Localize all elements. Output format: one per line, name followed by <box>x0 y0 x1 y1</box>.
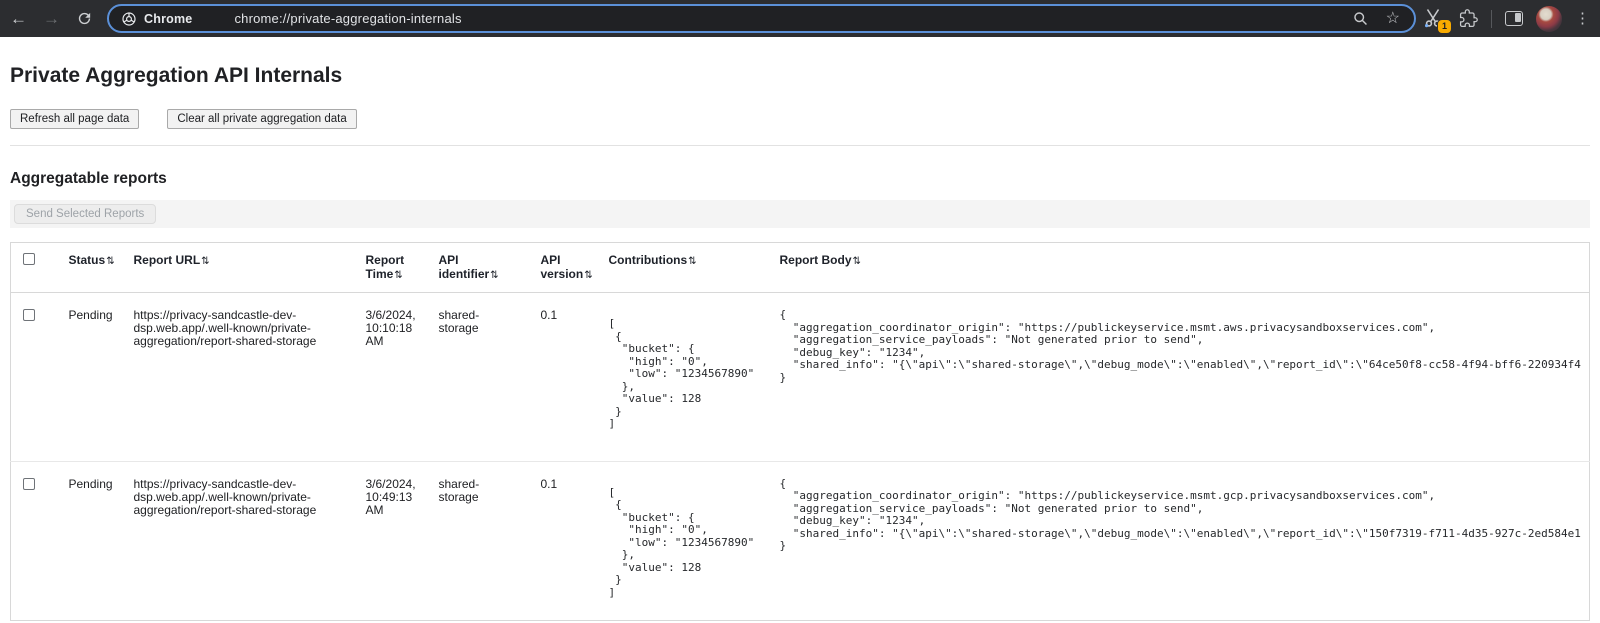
table-row: Pending https://privacy-sandcastle-dev-d… <box>11 293 1590 462</box>
row-checkbox[interactable] <box>23 309 35 321</box>
back-icon[interactable]: ← <box>10 10 27 27</box>
header-api-identifier[interactable]: API identifier⇅ <box>439 243 541 293</box>
profile-avatar[interactable] <box>1536 6 1562 32</box>
report-body-cell: { "aggregation_coordinator_origin": "htt… <box>780 309 1582 384</box>
clear-all-button[interactable]: Clear all private aggregation data <box>167 109 356 129</box>
page-content: Private Aggregation API Internals Refres… <box>0 64 1600 621</box>
forward-icon[interactable]: → <box>43 10 60 27</box>
browser-toolbar: ← → Chrome chrome://private-aggregation-… <box>0 0 1600 37</box>
table-header-row: Status⇅ Report URL⇅ Report Time⇅ API ide… <box>11 243 1590 293</box>
report-url-cell: https://privacy-sandcastle-dev-dsp.web.a… <box>134 309 358 348</box>
sort-icon: ⇅ <box>394 270 402 281</box>
send-selected-reports-button[interactable]: Send Selected Reports <box>14 204 156 224</box>
chrome-logo-icon <box>121 11 137 27</box>
row-checkbox[interactable] <box>23 478 35 490</box>
status-cell: Pending <box>69 293 134 462</box>
section-divider <box>10 145 1590 146</box>
page-title: Private Aggregation API Internals <box>10 64 1590 88</box>
aggregatable-reports-table: Status⇅ Report URL⇅ Report Time⇅ API ide… <box>10 242 1590 621</box>
reload-icon[interactable] <box>76 10 93 27</box>
screenshot-tool-button[interactable]: 1 <box>1424 7 1446 31</box>
header-status[interactable]: Status⇅ <box>69 243 134 293</box>
omnibox[interactable]: Chrome chrome://private-aggregation-inte… <box>107 4 1416 33</box>
report-time-cell: 3/6/2024, 10:10:18 AM <box>366 309 428 348</box>
sort-icon: ⇅ <box>853 256 861 267</box>
contributions-cell: [ { "bucket": { "high": "0", "low": "123… <box>609 318 772 431</box>
report-body-cell: { "aggregation_coordinator_origin": "htt… <box>780 478 1582 553</box>
chrome-chip: Chrome <box>121 11 192 27</box>
table-toolbar: Send Selected Reports <box>10 200 1590 228</box>
sort-icon: ⇅ <box>201 256 209 267</box>
refresh-all-button[interactable]: Refresh all page data <box>10 109 139 129</box>
chrome-chip-label: Chrome <box>144 12 192 26</box>
tool-badge: 1 <box>1438 20 1451 33</box>
url-text[interactable]: chrome://private-aggregation-internals <box>234 11 461 26</box>
header-report-body[interactable]: Report Body⇅ <box>780 243 1590 293</box>
page-buttons: Refresh all page data Clear all private … <box>10 109 1590 129</box>
bookmark-star-icon[interactable]: ☆ <box>1386 11 1400 27</box>
extensions-icon[interactable] <box>1459 9 1478 28</box>
api-version-cell: 0.1 <box>541 293 609 462</box>
toolbar-actions: 1 ⋮ <box>1424 6 1590 32</box>
sort-icon: ⇅ <box>106 256 114 267</box>
api-identifier-cell: shared-storage <box>439 478 501 504</box>
side-panel-icon[interactable] <box>1505 11 1523 26</box>
api-identifier-cell: shared-storage <box>439 309 501 335</box>
nav-controls: ← → <box>10 10 93 27</box>
menu-icon[interactable]: ⋮ <box>1575 11 1590 26</box>
contributions-cell: [ { "bucket": { "high": "0", "low": "123… <box>609 487 772 600</box>
table-row: Pending https://privacy-sandcastle-dev-d… <box>11 461 1590 621</box>
api-version-cell: 0.1 <box>541 461 609 621</box>
report-url-cell: https://privacy-sandcastle-dev-dsp.web.a… <box>134 478 358 517</box>
reload-glyph <box>76 10 93 27</box>
sort-icon: ⇅ <box>688 256 696 267</box>
toolbar-divider <box>1491 10 1492 28</box>
select-all-checkbox[interactable] <box>23 253 35 265</box>
header-contributions[interactable]: Contributions⇅ <box>609 243 780 293</box>
header-report-url[interactable]: Report URL⇅ <box>134 243 366 293</box>
zoom-icon[interactable] <box>1352 10 1369 27</box>
status-cell: Pending <box>69 461 134 621</box>
section-title: Aggregatable reports <box>10 170 1590 188</box>
header-report-time[interactable]: Report Time⇅ <box>366 243 439 293</box>
report-time-cell: 3/6/2024, 10:49:13 AM <box>366 478 428 517</box>
sort-icon: ⇅ <box>584 270 592 281</box>
header-api-version[interactable]: API version⇅ <box>541 243 609 293</box>
sort-icon: ⇅ <box>490 270 498 281</box>
